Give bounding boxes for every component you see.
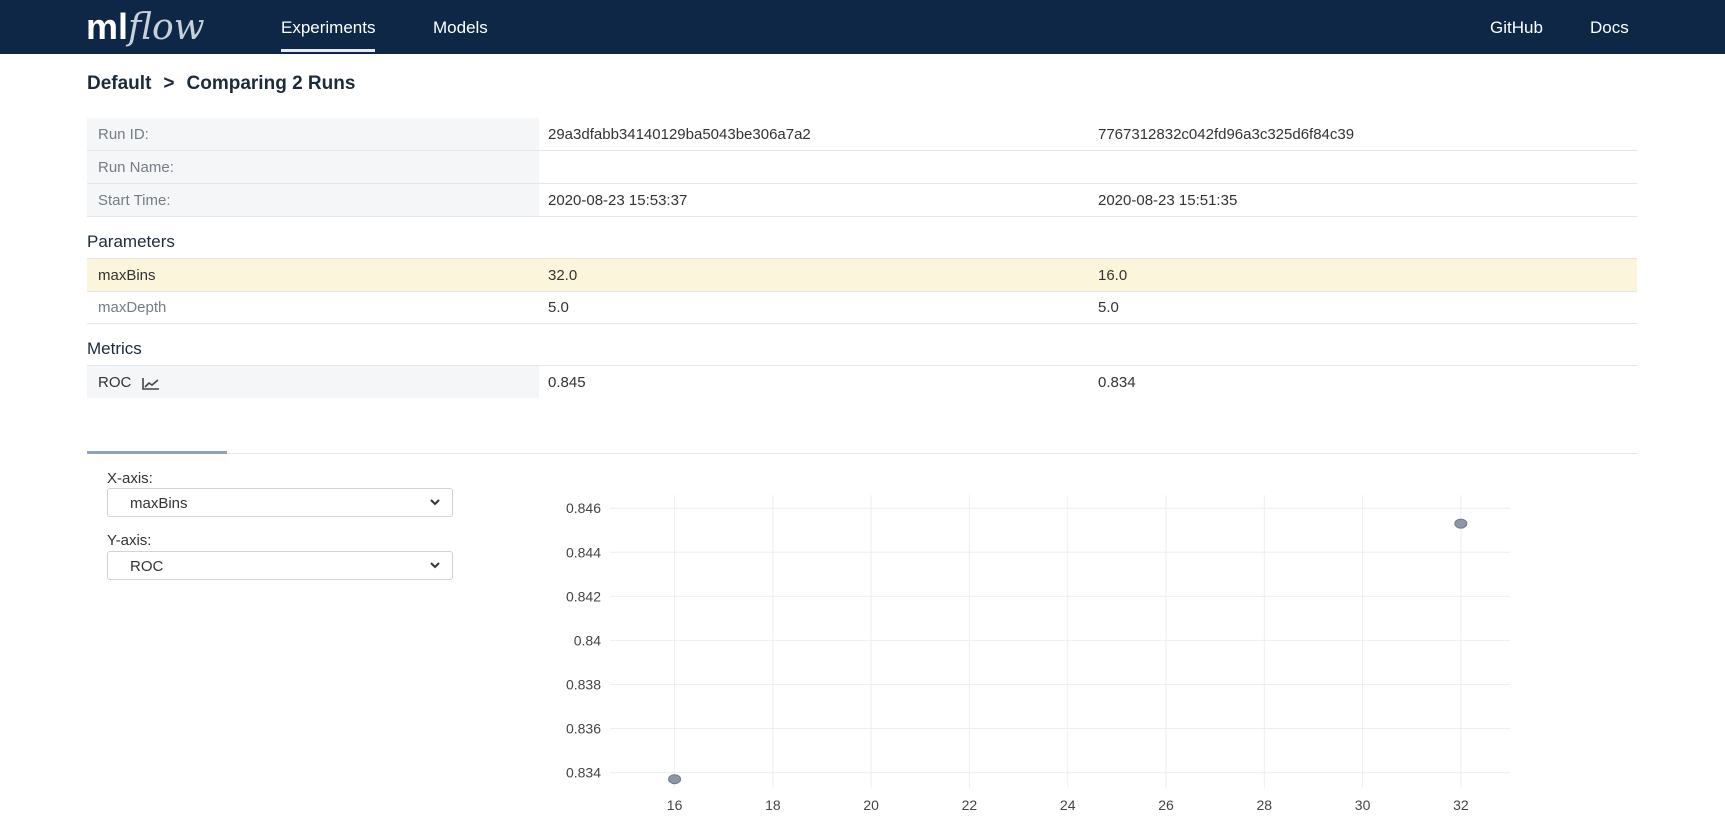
row-label: Run ID: — [98, 126, 149, 143]
breadcrumb-experiment-link[interactable]: Default — [87, 73, 151, 94]
mlflow-logo[interactable]: mlflow — [86, 6, 205, 48]
metric-value-run-1: 0.845 — [548, 374, 586, 391]
plot-grid — [610, 495, 1510, 788]
y-tick-label: 0.838 — [566, 676, 601, 692]
logo-flow-text: flow — [128, 7, 205, 48]
run-1-start-time: 2020-08-23 15:53:37 — [548, 192, 688, 209]
y-tick-label: 0.834 — [566, 765, 601, 781]
y-axis-select-value: ROC — [130, 558, 164, 575]
y-tick-label: 0.84 — [574, 632, 601, 648]
run-2-start-time: 2020-08-23 15:51:35 — [1098, 192, 1238, 209]
plot-points — [668, 518, 1468, 785]
plot-tab-active-indicator[interactable] — [87, 451, 227, 454]
metric-row-roc: ROC 0.845 0.834 — [87, 365, 1637, 398]
start-time-row: Start Time: 2020-08-23 15:53:37 2020-08-… — [87, 184, 1637, 217]
param-value-run-2: 5.0 — [1098, 299, 1119, 316]
x-axis-select[interactable]: maxBins — [107, 488, 453, 517]
logo-ml-text: ml — [86, 6, 129, 47]
y-tick-label: 0.846 — [566, 500, 601, 516]
row-label: Start Time: — [98, 192, 171, 209]
run-name-row: Run Name: — [87, 151, 1637, 184]
y-tick-label: 0.836 — [566, 721, 601, 737]
param-row-maxbins: maxBins 32.0 16.0 — [87, 258, 1637, 292]
x-axis-label: X-axis: — [107, 470, 153, 487]
x-tick-label: 20 — [863, 797, 879, 813]
metric-value-run-2: 0.834 — [1098, 374, 1136, 391]
chevron-down-icon — [430, 499, 440, 506]
breadcrumb: Default > Comparing 2 Runs — [87, 73, 355, 95]
x-tick-label: 26 — [1158, 797, 1174, 813]
top-nav-bar: mlflow Experiments Models GitHub Docs — [0, 0, 1725, 54]
param-label: maxBins — [98, 267, 156, 284]
y-axis-select[interactable]: ROC — [107, 551, 453, 580]
x-tick-label: 16 — [667, 797, 683, 813]
x-tick-label: 30 — [1355, 797, 1371, 813]
metric-label-link[interactable]: ROC — [98, 374, 160, 391]
x-tick-label: 22 — [962, 797, 978, 813]
parameters-section-title: Parameters — [87, 232, 175, 251]
param-value-run-1: 32.0 — [548, 267, 578, 284]
run-2-id-link[interactable]: 7767312832c042fd96a3c325d6f84c39 — [1098, 126, 1354, 143]
metrics-section-title: Metrics — [87, 339, 142, 358]
data-point[interactable] — [668, 774, 682, 785]
data-point[interactable] — [1454, 518, 1468, 529]
x-tick-label: 18 — [765, 797, 781, 813]
y-tick-label: 0.842 — [566, 588, 601, 604]
breadcrumb-separator: > — [163, 73, 175, 94]
y-tick-label: 0.844 — [566, 544, 601, 560]
nav-models[interactable]: Models — [433, 18, 488, 38]
y-axis-label: Y-axis: — [107, 532, 152, 549]
plot-ticks: 16 18 20 22 24 26 28 30 32 0.834 0.836 0.838 0.84 0.8… — [566, 500, 1469, 813]
x-tick-label: 28 — [1256, 797, 1272, 813]
run-id-row: Run ID: 29a3dfabb34140129ba5043be306a7a2… — [87, 118, 1637, 151]
nav-experiments[interactable]: Experiments — [281, 18, 376, 52]
line-chart-icon[interactable] — [141, 377, 160, 390]
row-label: Run Name: — [98, 159, 174, 176]
param-row-maxdepth: maxDepth 5.0 5.0 — [87, 291, 1637, 324]
breadcrumb-current-page: Comparing 2 Runs — [186, 73, 356, 94]
param-value-run-1: 5.0 — [548, 299, 569, 316]
chevron-down-icon — [430, 562, 440, 569]
x-tick-label: 24 — [1060, 797, 1076, 813]
run-1-id-link[interactable]: 29a3dfabb34140129ba5043be306a7a2 — [548, 126, 811, 143]
nav-github-link[interactable]: GitHub — [1490, 18, 1543, 38]
param-label: maxDepth — [98, 299, 167, 316]
x-tick-label: 32 — [1453, 797, 1469, 813]
x-axis-select-value: maxBins — [130, 495, 188, 512]
metric-label: ROC — [98, 374, 132, 391]
param-value-run-2: 16.0 — [1098, 267, 1128, 284]
row-label-background — [87, 118, 539, 150]
plot-tabs-divider — [87, 453, 1637, 454]
nav-docs-link[interactable]: Docs — [1590, 18, 1629, 38]
